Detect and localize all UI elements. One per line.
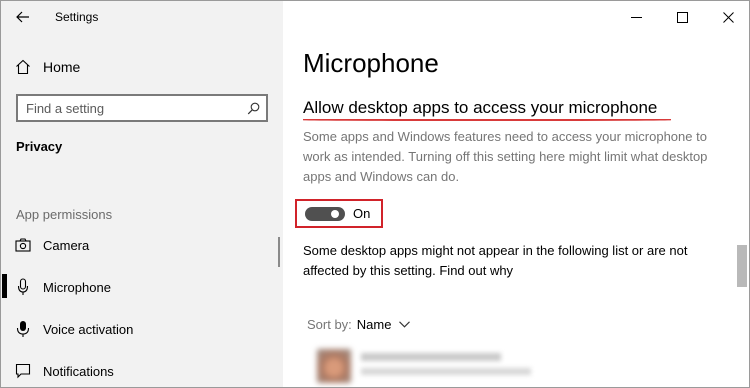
search-box[interactable] <box>16 94 268 122</box>
title-bar-left: Settings <box>1 1 283 33</box>
app-entry-text-blurred <box>361 349 531 375</box>
section-app-permissions: App permissions <box>16 207 113 222</box>
nav-home[interactable]: Home <box>1 53 283 81</box>
chevron-down-icon <box>399 321 411 328</box>
app-icon <box>317 349 351 383</box>
sidebar-item-label: Voice activation <box>43 321 134 337</box>
heading-underline-annotation <box>303 119 671 121</box>
sort-by-label: Sort by: <box>307 317 352 332</box>
sidebar-item-camera[interactable]: Camera <box>1 226 283 264</box>
close-button[interactable] <box>705 1 749 33</box>
settings-window: Settings Home Privacy App permissions <box>0 0 750 388</box>
search-input[interactable] <box>18 96 240 120</box>
voice-activation-icon <box>15 320 31 338</box>
microphone-icon <box>15 278 31 296</box>
desktop-apps-microphone-toggle[interactable] <box>305 207 345 221</box>
content-pane: Microphone Allow desktop apps to access … <box>283 1 749 387</box>
page-title: Microphone <box>303 48 439 78</box>
back-button[interactable] <box>1 1 45 33</box>
setting-description: Some apps and Windows features need to a… <box>303 129 708 184</box>
sidebar-item-voice-activation[interactable]: Voice activation <box>1 310 283 348</box>
minimize-button[interactable] <box>613 1 659 33</box>
content-scrollbar-thumb[interactable] <box>737 245 747 287</box>
nav-home-label: Home <box>43 59 81 75</box>
sidebar-item-label: Notifications <box>43 363 114 379</box>
sort-by-dropdown[interactable]: Sort by: Name <box>307 317 411 332</box>
sidebar-item-label: Microphone <box>43 279 111 295</box>
section-privacy: Privacy <box>16 139 63 154</box>
maximize-icon <box>676 11 688 23</box>
camera-icon <box>15 236 31 254</box>
close-icon <box>722 11 734 23</box>
notifications-icon <box>15 362 31 380</box>
sort-by-value: Name <box>356 317 392 332</box>
toggle-state-label: On <box>353 206 371 221</box>
minimize-icon <box>630 16 642 18</box>
sidebar-item-notifications[interactable]: Notifications <box>1 352 283 387</box>
app-title: Settings <box>55 10 99 24</box>
setting-heading: Allow desktop apps to access your microp… <box>303 98 658 117</box>
sidebar-item-label: Camera <box>43 237 90 253</box>
window-controls <box>613 1 749 33</box>
navigation-pane: Settings Home Privacy App permissions <box>1 1 283 387</box>
list-item[interactable] <box>317 349 617 387</box>
nav-scrollbar-thumb[interactable] <box>278 237 280 267</box>
back-arrow-icon <box>16 11 29 23</box>
desktop-apps-note: Some desktop apps might not appear in th… <box>303 241 713 281</box>
active-indicator <box>2 274 7 298</box>
sidebar-item-microphone[interactable]: Microphone <box>1 268 283 306</box>
maximize-button[interactable] <box>659 1 705 33</box>
home-icon <box>15 59 31 75</box>
search-icon[interactable] <box>240 96 266 120</box>
toggle-knob <box>331 210 339 218</box>
find-out-why-link[interactable]: Find out why <box>439 263 513 278</box>
